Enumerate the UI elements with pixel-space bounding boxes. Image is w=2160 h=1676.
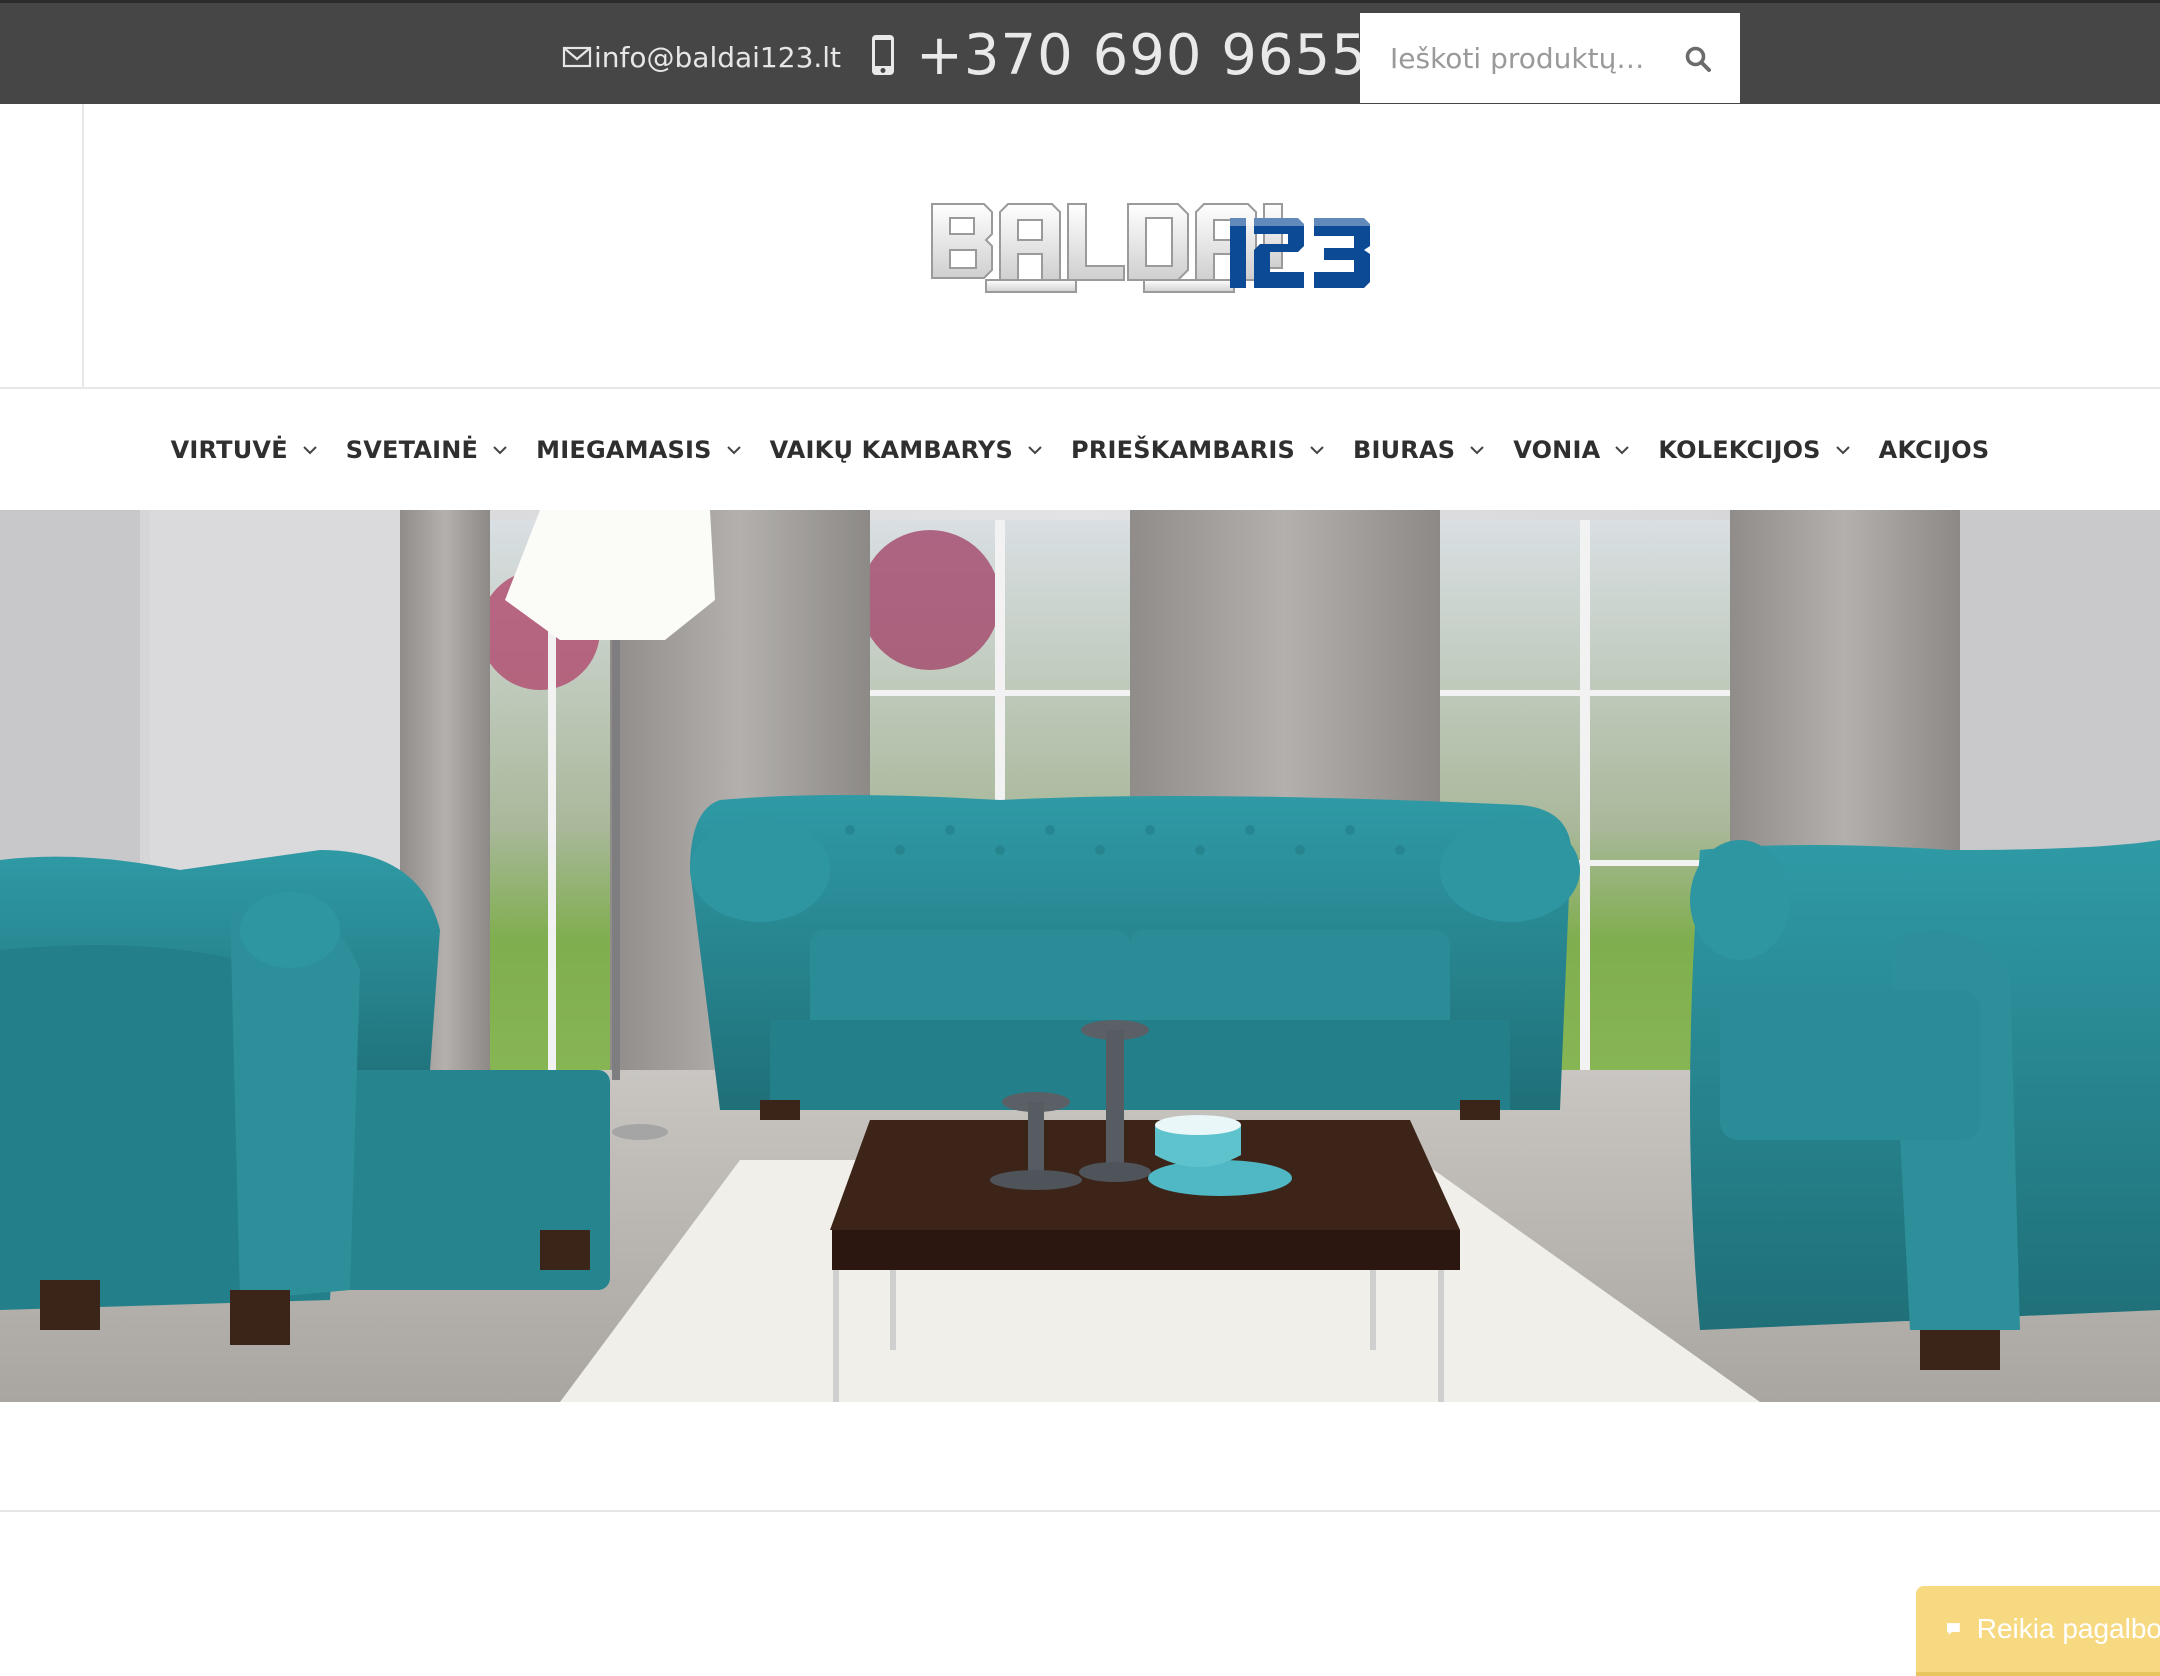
phone-text: +370 690 96555: [916, 22, 1405, 88]
search-button[interactable]: [1682, 43, 1714, 75]
nav-item-biuras[interactable]: BIURAS: [1353, 420, 1485, 480]
hero-banner[interactable]: [0, 510, 2160, 1402]
divider: [82, 104, 84, 389]
header-logo-band: [0, 104, 2160, 389]
nav-item-kolekcijos[interactable]: KOLEKCIJOS: [1658, 420, 1850, 480]
search-icon: [1685, 46, 1711, 72]
nav-label: MIEGAMASIS: [536, 435, 712, 464]
nav-label: VONIA: [1513, 435, 1601, 464]
search-input[interactable]: [1360, 13, 1660, 103]
nav-label: SVETAINĖ: [345, 435, 479, 464]
search-box: [1360, 13, 1740, 103]
email-link[interactable]: info@baldai123.lt: [562, 39, 841, 75]
site-logo[interactable]: [930, 192, 1376, 302]
baldai123-logo: [931, 203, 1376, 293]
chevron-down-icon: [303, 445, 317, 454]
nav-item-vaiku-kambarys[interactable]: VAIKŲ KAMBARYS: [770, 420, 1043, 480]
envelope-icon: [562, 46, 592, 68]
nav-label: VIRTUVĖ: [170, 435, 288, 464]
nav-item-akcijos[interactable]: AKCIJOS: [1879, 420, 1990, 480]
nav-item-virtuve[interactable]: VIRTUVĖ: [171, 420, 318, 480]
nav-item-vonia[interactable]: VONIA: [1513, 420, 1630, 480]
help-chat-button[interactable]: Reikia pagalbos: [1916, 1586, 2160, 1676]
chevron-down-icon: [1615, 445, 1630, 454]
chevron-down-icon: [1470, 445, 1484, 454]
section-divider: [0, 1510, 2160, 1512]
nav-label: VAIKŲ KAMBARYS: [769, 435, 1014, 464]
nav-label: BIURAS: [1352, 435, 1456, 464]
nav-label: PRIEŠKAMBARIS: [1071, 435, 1295, 464]
nav-item-svetaine[interactable]: SVETAINĖ: [346, 420, 508, 480]
chevron-down-icon: [726, 445, 741, 454]
hero-image: [0, 510, 2160, 1402]
email-text: info@baldai123.lt: [594, 40, 842, 74]
help-label: Reikia pagalbos: [1976, 1613, 2160, 1644]
chevron-down-icon: [1835, 445, 1850, 454]
phone-link[interactable]: +370 690 96555: [870, 22, 1405, 88]
chevron-down-icon: [1310, 445, 1324, 454]
top-bar: info@baldai123.lt +370 690 96555: [0, 0, 2160, 104]
mobile-phone-icon: [872, 35, 894, 75]
nav-label: KOLEKCIJOS: [1658, 435, 1821, 464]
chevron-down-icon: [493, 445, 507, 454]
nav-item-prieskambaris[interactable]: PRIEŠKAMBARIS: [1071, 420, 1325, 480]
nav-label: AKCIJOS: [1878, 435, 1990, 464]
nav-item-miegamasis[interactable]: MIEGAMASIS: [536, 420, 741, 480]
chat-bubble-icon: [1946, 1623, 1960, 1635]
main-nav: VIRTUVĖ SVETAINĖ MIEGAMASIS VAIKŲ KAMBAR…: [0, 389, 2160, 510]
chevron-down-icon: [1028, 445, 1042, 454]
